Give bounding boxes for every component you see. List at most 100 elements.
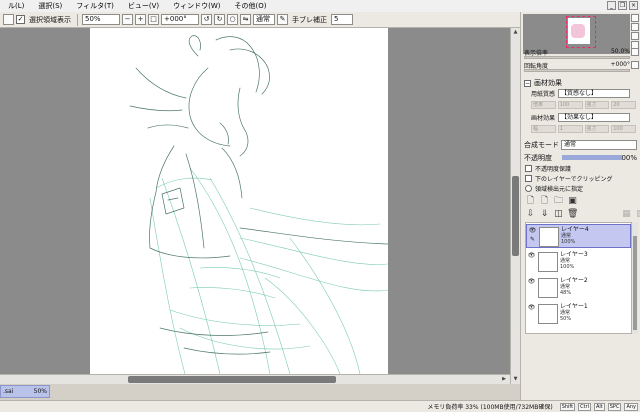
zoom-out-button[interactable]: − <box>122 14 133 25</box>
nav-zoom-out-button[interactable] <box>631 23 639 31</box>
scroll-right-icon[interactable]: ▶ <box>500 376 508 383</box>
opacity-slider[interactable] <box>562 155 622 160</box>
zoom-fit-button[interactable]: □ <box>148 14 159 25</box>
navigator-view-frame[interactable] <box>566 16 596 48</box>
layer-item[interactable]: 👁 ✎ レイヤー4 通常 100% <box>526 224 631 248</box>
paper-texture-header[interactable]: − 画材効果 <box>524 78 562 88</box>
new-mask-icon[interactable]: ▣ <box>567 196 578 207</box>
canvas-vertical-scrollbar[interactable]: ▲ ▼ <box>510 28 520 384</box>
selection-source-radio[interactable] <box>525 185 532 192</box>
lock-slot-icon[interactable] <box>528 313 536 321</box>
layer-opacity: 100% <box>560 264 575 270</box>
drawing-canvas[interactable] <box>90 28 388 374</box>
selection-source-option[interactable]: 領域検出元に指定 <box>525 184 583 193</box>
texture-strength-label: 強さ <box>584 101 610 109</box>
toggle-panel-button[interactable] <box>3 14 14 25</box>
document-tab[interactable]: .sai 50% <box>0 385 50 398</box>
shift-key-indicator: Shift <box>559 402 576 411</box>
layer-thumbnail <box>538 252 558 272</box>
angle-slider[interactable] <box>524 69 630 72</box>
eye-icon[interactable]: 👁 <box>528 278 536 286</box>
zoom-reset-button[interactable] <box>631 48 639 56</box>
menu-view[interactable]: ビュー(V) <box>122 0 167 12</box>
flip-button[interactable]: ⇋ <box>240 14 251 25</box>
rotate-right-button[interactable]: ↻ <box>214 14 225 25</box>
new-folder-icon[interactable]: 🗀 <box>553 196 564 207</box>
status-bar: メモリ負荷率 33% (100MB使用/732MB確保) Shift Ctrl … <box>0 400 640 412</box>
menu-layer[interactable]: ル(L) <box>2 0 32 12</box>
clipping-checkbox[interactable] <box>525 175 532 182</box>
zoom-slider[interactable] <box>524 56 630 59</box>
effect-select[interactable]: 【効果なし】 <box>558 113 631 122</box>
canvas-area[interactable] <box>0 28 510 374</box>
stabilizer-select[interactable]: 5 <box>331 14 353 25</box>
zoom-select[interactable]: 50% <box>82 14 120 25</box>
apply-mask-icon[interactable]: ▦ <box>621 209 632 220</box>
transfer-down-icon[interactable]: ⇩ <box>525 209 536 220</box>
blend-mode-label: 合成モード <box>524 141 559 149</box>
collapse-icon[interactable]: − <box>524 79 531 87</box>
stabilizer-label: 手ブレ補正 <box>292 15 327 24</box>
show-selection-checkbox[interactable]: ✓ <box>16 15 25 24</box>
effect-strength-value[interactable]: 100 <box>611 125 636 133</box>
close-icon[interactable]: × <box>629 1 638 10</box>
menu-bar: ル(L) 選択(S) フィルタ(T) ビュー(V) ウィンドウ(W) その他(O… <box>0 0 640 12</box>
memory-status: メモリ負荷率 33% (100MB使用/732MB確保) <box>427 404 553 411</box>
nav-zoom-in-button[interactable] <box>631 14 639 22</box>
eye-icon[interactable]: 👁 <box>528 304 536 312</box>
opacity-row[interactable]: 不透明度 100% <box>524 153 637 162</box>
clear-layer-icon[interactable]: ◫ <box>553 209 564 220</box>
new-linework-layer-icon[interactable]: 🗋 <box>539 196 550 207</box>
texture-select[interactable]: 【質感なし】 <box>558 89 631 98</box>
layer-scroll-thumb[interactable] <box>633 236 637 330</box>
layer-info: レイヤー4 通常 100% <box>561 225 589 247</box>
pen-icon[interactable]: ✎ <box>277 14 288 25</box>
minimize-icon[interactable]: _ <box>607 1 616 10</box>
rotation-select[interactable]: +000° <box>161 14 199 25</box>
top-toolbar: ✓ 選択領域表示 50% − + □ +000° ↺ ↻ ○ ⇋ 通常 ✎ 手ブ… <box>0 12 520 28</box>
layer-item[interactable]: 👁 レイヤー1 通常 50% <box>526 302 631 326</box>
brush-icon[interactable]: ✎ <box>529 236 537 244</box>
menu-window[interactable]: ウィンドウ(W) <box>167 0 228 12</box>
menu-select[interactable]: 選択(S) <box>32 0 70 12</box>
layer-actions-row-1: 🗋 🗋 🗀 ▣ <box>525 196 578 207</box>
eye-icon[interactable]: 👁 <box>528 252 536 260</box>
zoom-in-button[interactable]: + <box>135 14 146 25</box>
preserve-opacity-option[interactable]: 不透明度保護 <box>525 164 571 173</box>
nav-fit-button[interactable] <box>631 32 639 40</box>
blend-mode-select[interactable]: 通常 <box>561 140 637 150</box>
layer-info: レイヤー1 通常 50% <box>560 302 588 326</box>
horizontal-scroll-thumb[interactable] <box>128 376 336 383</box>
selection-source-label: 領域検出元に指定 <box>535 186 584 193</box>
menu-filter[interactable]: フィルタ(T) <box>70 0 122 12</box>
delete-mask-icon[interactable]: ▧ <box>635 209 640 220</box>
effect-width-label: 幅 <box>531 125 556 133</box>
clipping-option[interactable]: 下のレイヤーでクリッピング <box>525 174 612 183</box>
rotate-left-button[interactable]: ↺ <box>201 14 212 25</box>
scroll-up-icon[interactable]: ▲ <box>512 29 519 36</box>
layer-item[interactable]: 👁 レイヤー2 通常 48% <box>526 276 631 300</box>
layer-list-scrollbar[interactable] <box>632 222 638 334</box>
rotate-reset-button[interactable]: ○ <box>227 14 238 25</box>
restore-icon[interactable]: ❐ <box>618 1 627 10</box>
merge-down-icon[interactable]: ⇓ <box>539 209 550 220</box>
angle-reset-button[interactable] <box>631 61 639 69</box>
effect-width-value[interactable]: 1 <box>557 125 583 133</box>
lock-slot-icon[interactable] <box>528 261 536 269</box>
texture-strength-value[interactable]: 20 <box>611 101 636 109</box>
effect-label: 画材効果 <box>531 115 556 122</box>
layer-item[interactable]: 👁 レイヤー3 通常 100% <box>526 250 631 274</box>
document-tab-zoom: 50% <box>33 388 47 395</box>
delete-layer-icon[interactable]: 🗑 <box>567 209 578 220</box>
texture-scale-value[interactable]: 100 <box>557 101 583 109</box>
new-layer-icon[interactable]: 🗋 <box>525 196 536 207</box>
vertical-scroll-thumb[interactable] <box>512 176 519 256</box>
eye-icon[interactable]: 👁 <box>529 227 537 235</box>
blend-select[interactable]: 通常 <box>253 14 275 25</box>
lock-slot-icon[interactable] <box>528 287 536 295</box>
scroll-down-icon[interactable]: ▼ <box>512 376 519 383</box>
canvas-horizontal-scrollbar[interactable]: ▶ <box>0 374 510 384</box>
preserve-opacity-checkbox[interactable] <box>525 165 532 172</box>
menu-other[interactable]: その他(O) <box>229 0 275 12</box>
effect-params: 幅 1 強さ 100 <box>531 125 636 133</box>
